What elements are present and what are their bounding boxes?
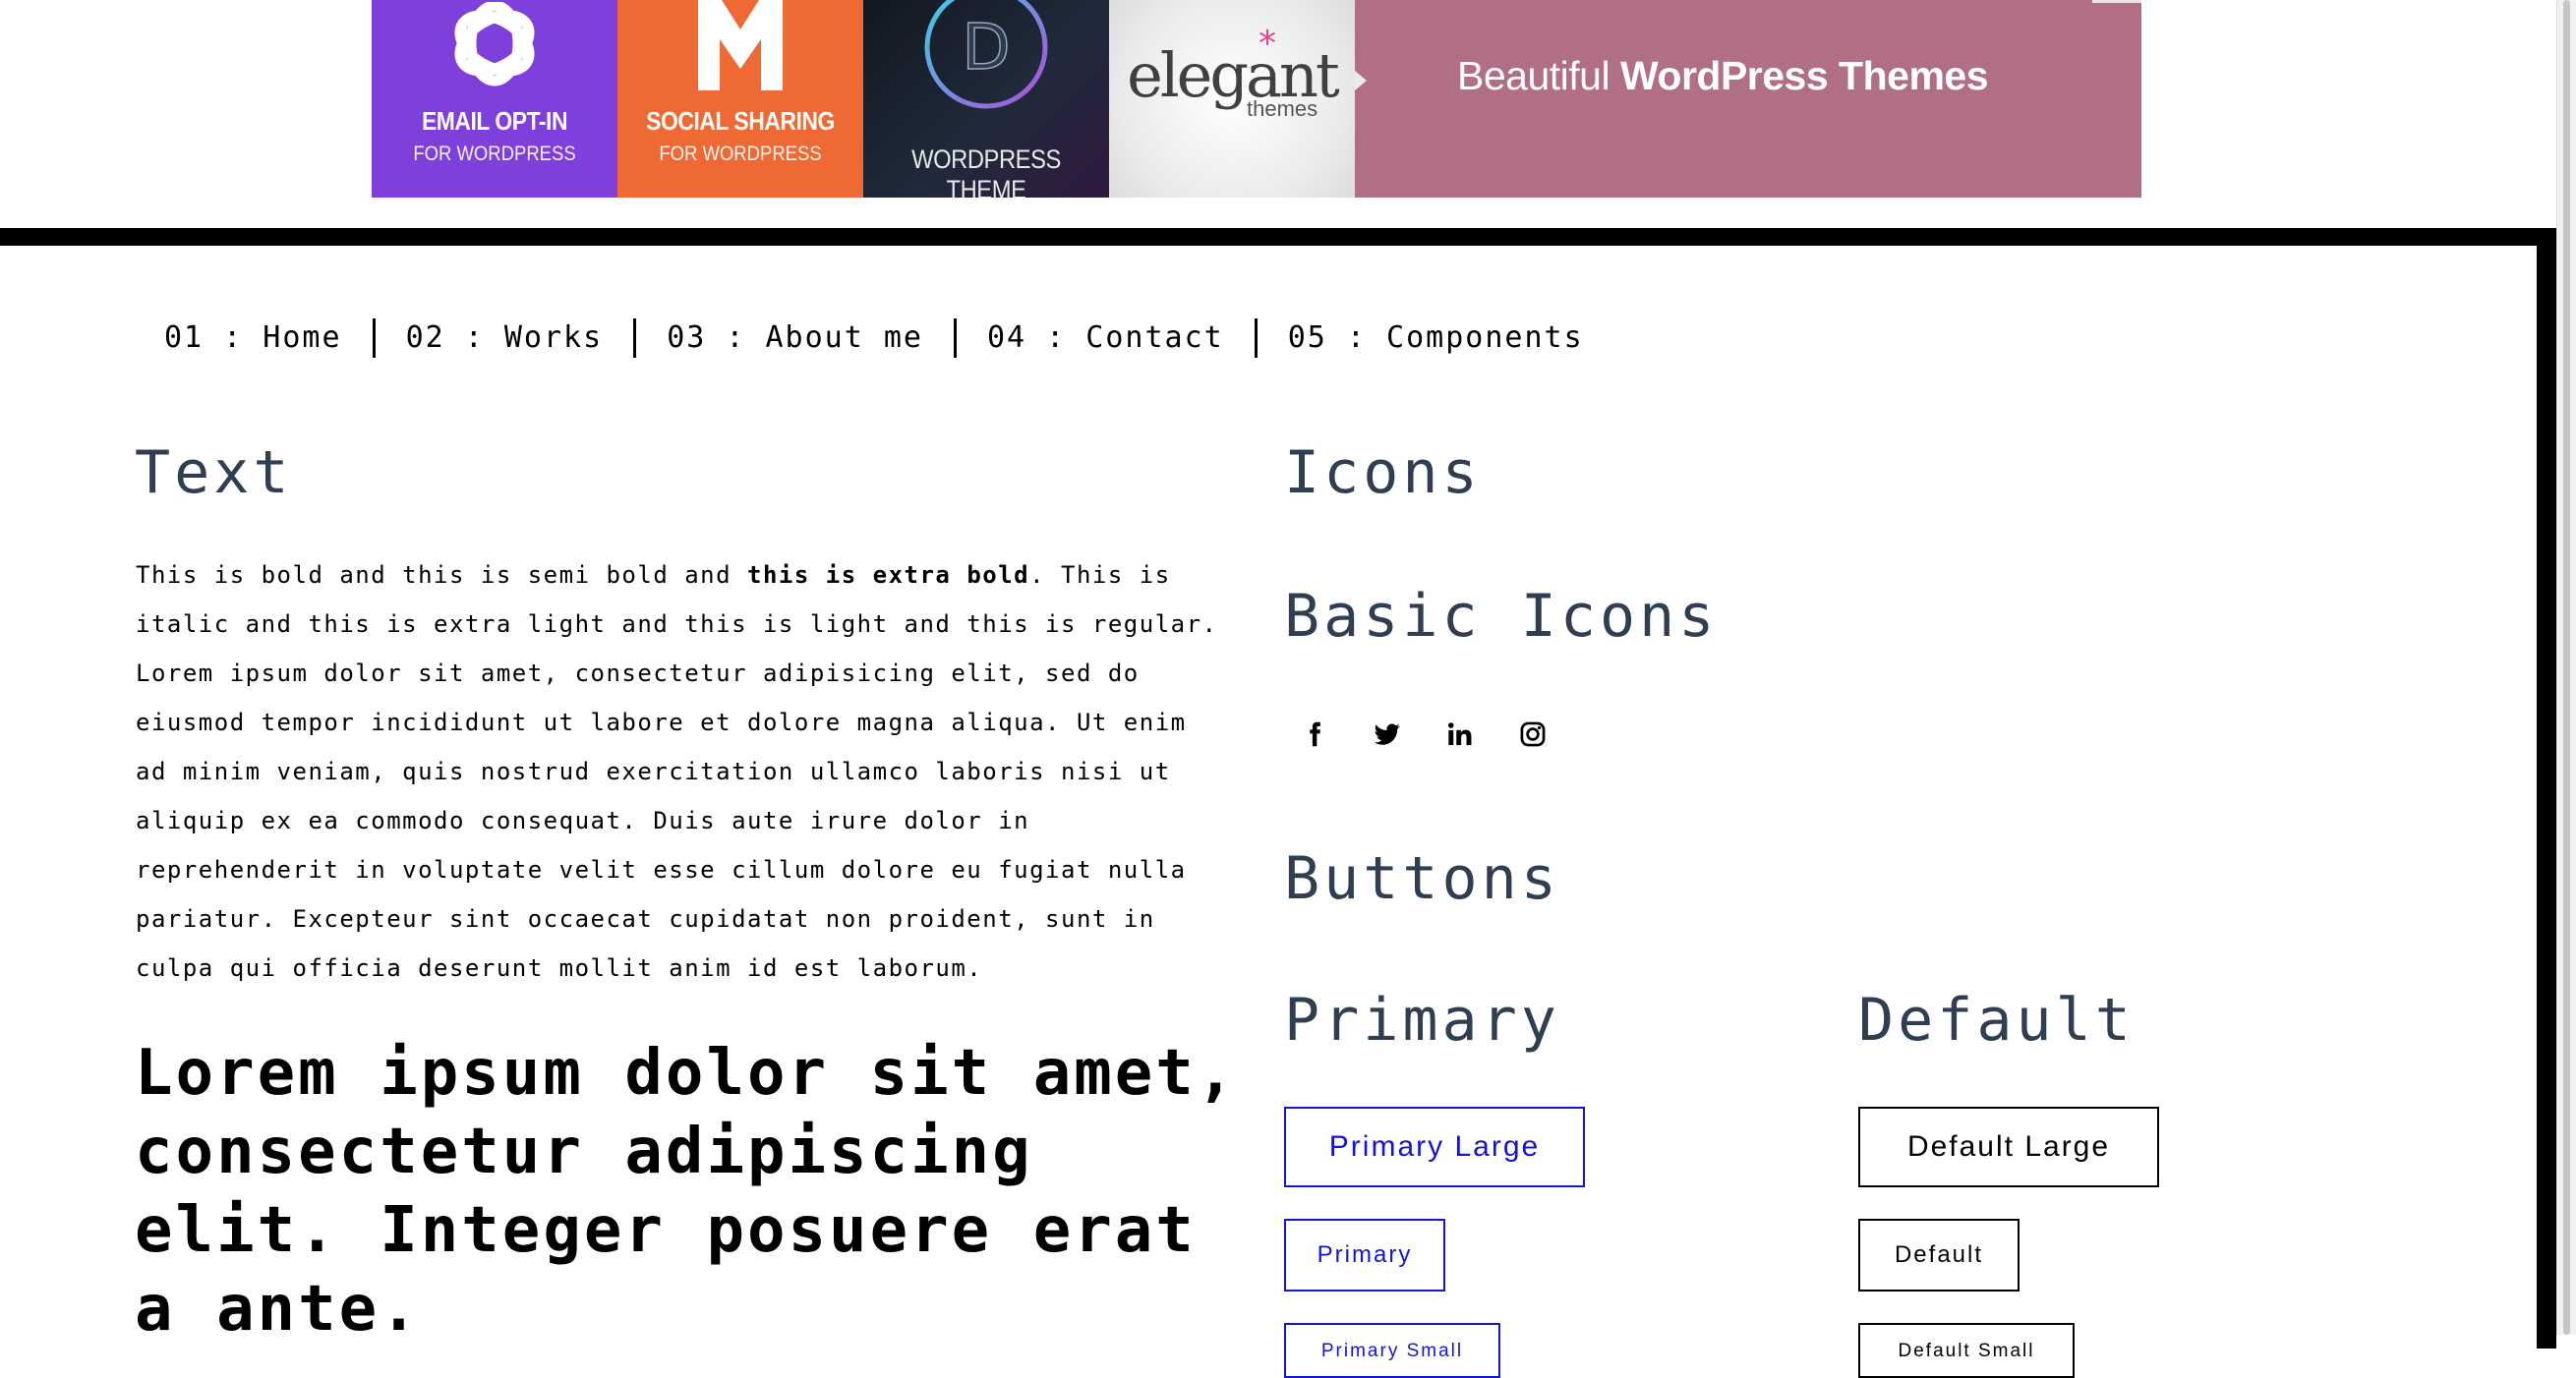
ad-tile-bloom[interactable]: EMAIL OPT-IN FOR WORDPRESS	[372, 0, 617, 198]
svg-text:D: D	[962, 12, 1010, 85]
icons-heading: Icons	[1284, 438, 1482, 507]
default-large-button[interactable]: Default Large	[1858, 1107, 2159, 1187]
elegant-themes-ad-banner[interactable]: EMAIL OPT-IN FOR WORDPRESS SOCIAL SHARIN…	[372, 0, 2141, 198]
primary-button[interactable]: Primary	[1284, 1219, 1445, 1292]
ad-tagline-light: Beautiful	[1457, 53, 1620, 98]
nav-item-contact[interactable]: 04 : Contact	[954, 318, 1255, 358]
twitter-icon[interactable]	[1371, 718, 1404, 751]
default-small-button[interactable]: Default Small	[1858, 1323, 2075, 1378]
ad-tile-divi[interactable]: D WORDPRESS THEME	[863, 0, 1109, 198]
scrollbar[interactable]	[2556, 0, 2576, 1335]
page-frame: 01 : Home 02 : Works 03 : About me 04 : …	[0, 228, 2556, 1378]
ad-tagline: Beautiful WordPress Themes	[1457, 53, 1989, 99]
divi-logo-icon: D	[924, 0, 1048, 109]
elegant-themes-sub: themes	[1247, 96, 1318, 121]
paragraph-bold: this is extra bold	[747, 561, 1030, 589]
main-nav: 01 : Home 02 : Works 03 : About me 04 : …	[145, 316, 1614, 360]
nav-item-home[interactable]: 01 : Home	[145, 318, 373, 358]
social-icons-row	[1298, 718, 1550, 751]
basic-icons-heading: Basic Icons	[1284, 582, 1719, 651]
monarch-logo-icon	[698, 0, 783, 90]
ad-corner-mark	[2092, 0, 2141, 3]
ad-tile-subtitle: FOR WORDPRESS	[659, 143, 822, 165]
large-bold-text: Lorem ipsum dolor sit amet, consectetur …	[135, 1037, 1238, 1346]
bloom-logo-icon	[454, 2, 535, 86]
ad-tagline-tile[interactable]: Beautiful WordPress Themes	[1355, 0, 2141, 198]
linkedin-icon[interactable]	[1443, 718, 1477, 751]
paragraph-rest: . This is italic and this is extra light…	[136, 561, 1218, 982]
default-heading: Default	[1858, 986, 2135, 1055]
buttons-heading: Buttons	[1284, 844, 1560, 913]
nav-item-works[interactable]: 02 : Works	[372, 318, 634, 358]
arrow-right-icon	[1355, 71, 1367, 90]
text-paragraph: This is bold and this is semi bold and t…	[136, 550, 1227, 993]
ad-tagline-bold: WordPress Themes	[1619, 53, 1989, 98]
ad-tile-subtitle: FOR WORDPRESS	[413, 143, 576, 165]
primary-small-button[interactable]: Primary Small	[1284, 1323, 1500, 1378]
text-heading: Text	[135, 438, 293, 507]
ad-tile-title: EMAIL OPT-IN	[421, 106, 568, 136]
default-button[interactable]: Default	[1858, 1219, 2020, 1292]
paragraph-start: This is bold and this is semi bold and	[136, 561, 748, 589]
primary-heading: Primary	[1284, 986, 1560, 1055]
facebook-icon[interactable]	[1298, 718, 1331, 751]
ad-tile-elegant-themes[interactable]: * elegant themes	[1109, 0, 1355, 198]
nav-item-about-me[interactable]: 03 : About me	[633, 318, 954, 358]
ad-tile-title: WORDPRESS THEME	[911, 144, 1061, 198]
nav-item-components[interactable]: 05 : Components	[1254, 318, 1614, 358]
scrollbar-thumb[interactable]	[2563, 0, 2570, 1335]
elegant-themes-wordmark: elegant	[1127, 39, 1340, 111]
ad-tile-title: SOCIAL SHARING	[646, 106, 835, 136]
instagram-icon[interactable]	[1516, 718, 1550, 751]
ad-tile-monarch[interactable]: SOCIAL SHARING FOR WORDPRESS	[617, 0, 863, 198]
ad-area: EMAIL OPT-IN FOR WORDPRESS SOCIAL SHARIN…	[0, 0, 2576, 228]
primary-large-button[interactable]: Primary Large	[1284, 1107, 1585, 1187]
